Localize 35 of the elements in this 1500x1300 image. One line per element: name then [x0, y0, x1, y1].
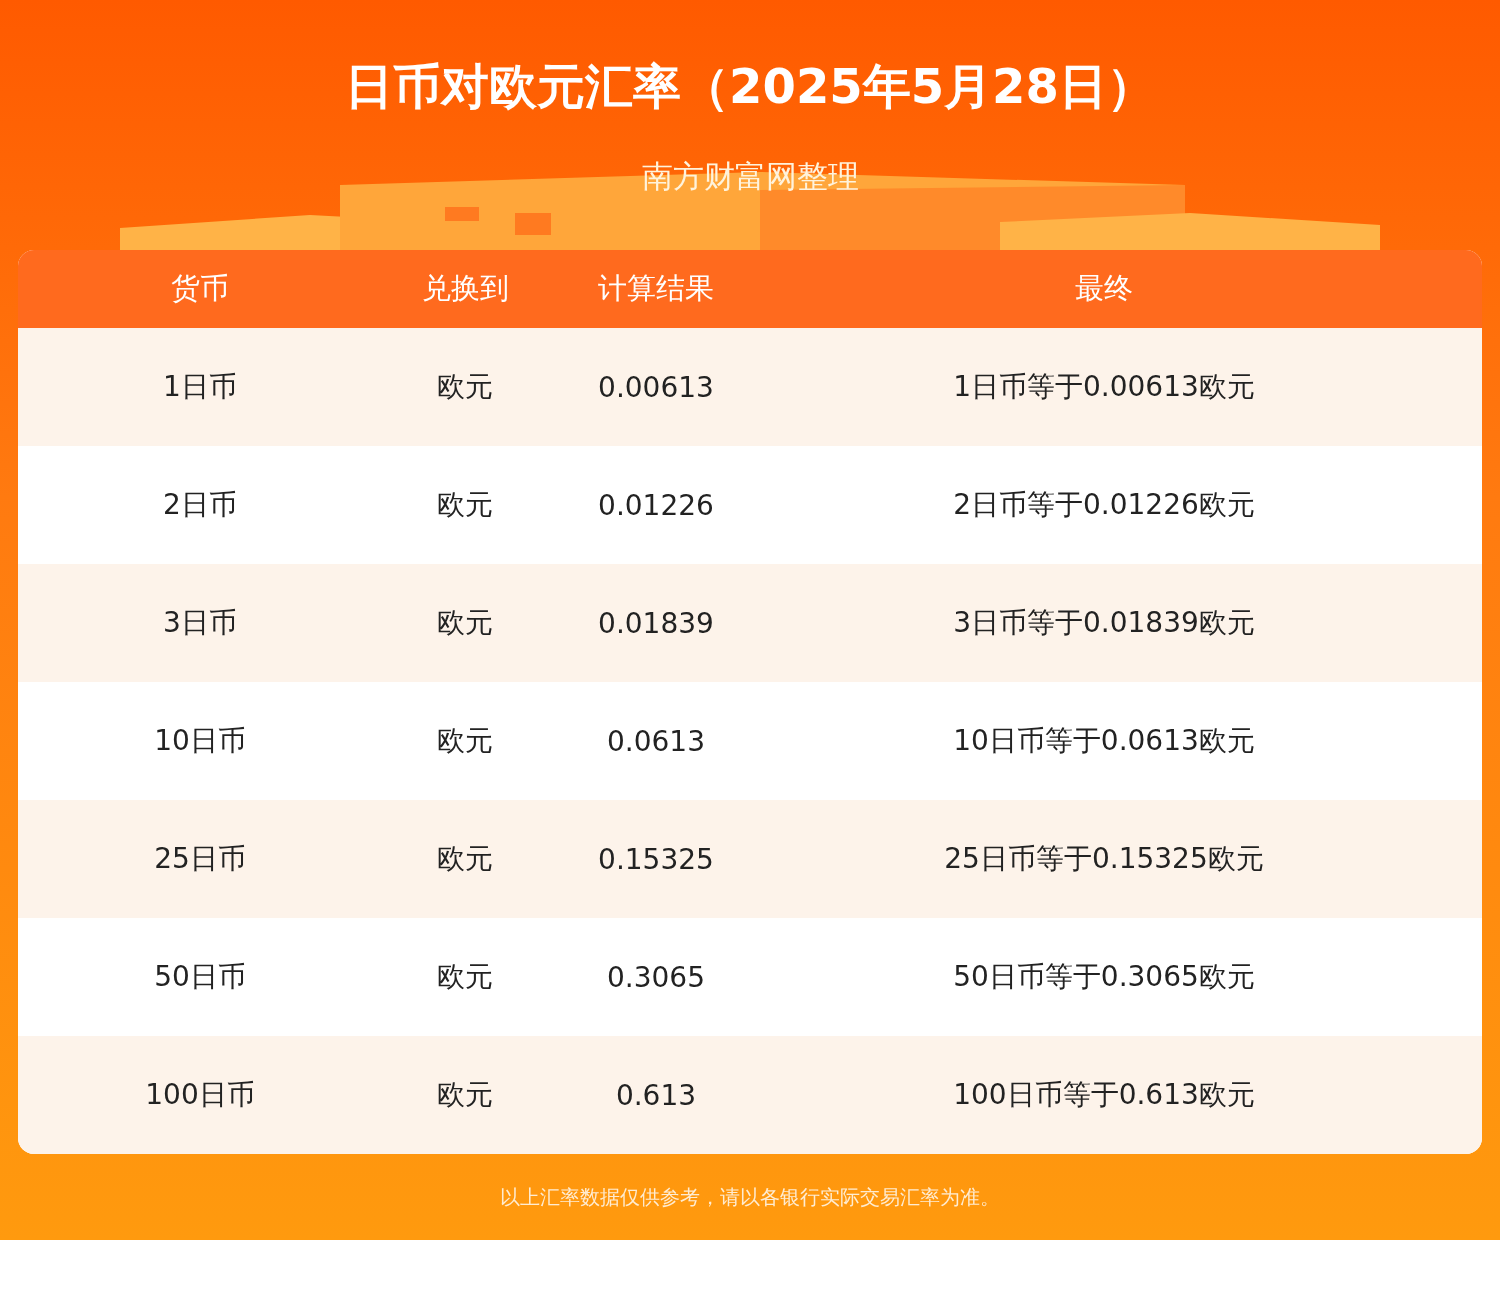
column-header: 兑换到 — [420, 270, 510, 307]
column-header: 货币 — [170, 270, 230, 307]
table-cell-text: 100日币 — [144, 1077, 256, 1113]
column-header: 最终 — [1074, 270, 1134, 307]
page-subtitle: 南方财富网整理 — [641, 157, 859, 196]
table-cell-text: 0.613 — [614, 1078, 698, 1112]
table-cell-text: 0.0613 — [606, 724, 706, 758]
table-cell-text: 3日币等于0.01839欧元 — [952, 605, 1256, 641]
table-cell-text: 0.01226 — [597, 488, 715, 522]
table-cell-text: 2日币等于0.01226欧元 — [952, 487, 1256, 523]
table-cell-text: 10日币等于0.0613欧元 — [952, 723, 1256, 759]
table-cell-text: 欧元 — [436, 841, 494, 877]
table-cell-text: 欧元 — [436, 369, 494, 405]
table-cell-text: 欧元 — [436, 959, 494, 995]
table-cell-text: 10日币 — [153, 723, 247, 759]
table-cell-text: 0.3065 — [606, 960, 706, 994]
table-cell-text: 2日币 — [162, 487, 238, 523]
table-cell-text: 25日币等于0.15325欧元 — [943, 841, 1265, 877]
table-cell-text: 25日币 — [153, 841, 247, 877]
table-cell-text: 50日币 — [153, 959, 247, 995]
column-header: 计算结果 — [597, 270, 715, 307]
table-cell-text: 3日币 — [162, 605, 238, 641]
table-cell-text: 50日币等于0.3065欧元 — [952, 959, 1256, 995]
table-cell-text: 欧元 — [436, 487, 494, 523]
table-cell-text: 欧元 — [436, 723, 494, 759]
table-cell-text: 1日币等于0.00613欧元 — [952, 369, 1256, 405]
table-cell-text: 欧元 — [436, 1077, 494, 1113]
table-cell-text: 0.15325 — [597, 842, 715, 876]
table-cell-text: 100日币等于0.613欧元 — [952, 1077, 1256, 1113]
table-cell-text: 0.01839 — [597, 606, 715, 640]
page-title: 日币对欧元汇率（2025年5月28日） — [345, 57, 1155, 116]
table-cell-text: 0.00613 — [597, 370, 715, 404]
disclaimer-text: 以上汇率数据仅供参考，请以各银行实际交易汇率为准。 — [500, 1184, 1000, 1211]
table-cell-text: 1日币 — [162, 369, 238, 405]
table-cell-text: 欧元 — [436, 605, 494, 641]
